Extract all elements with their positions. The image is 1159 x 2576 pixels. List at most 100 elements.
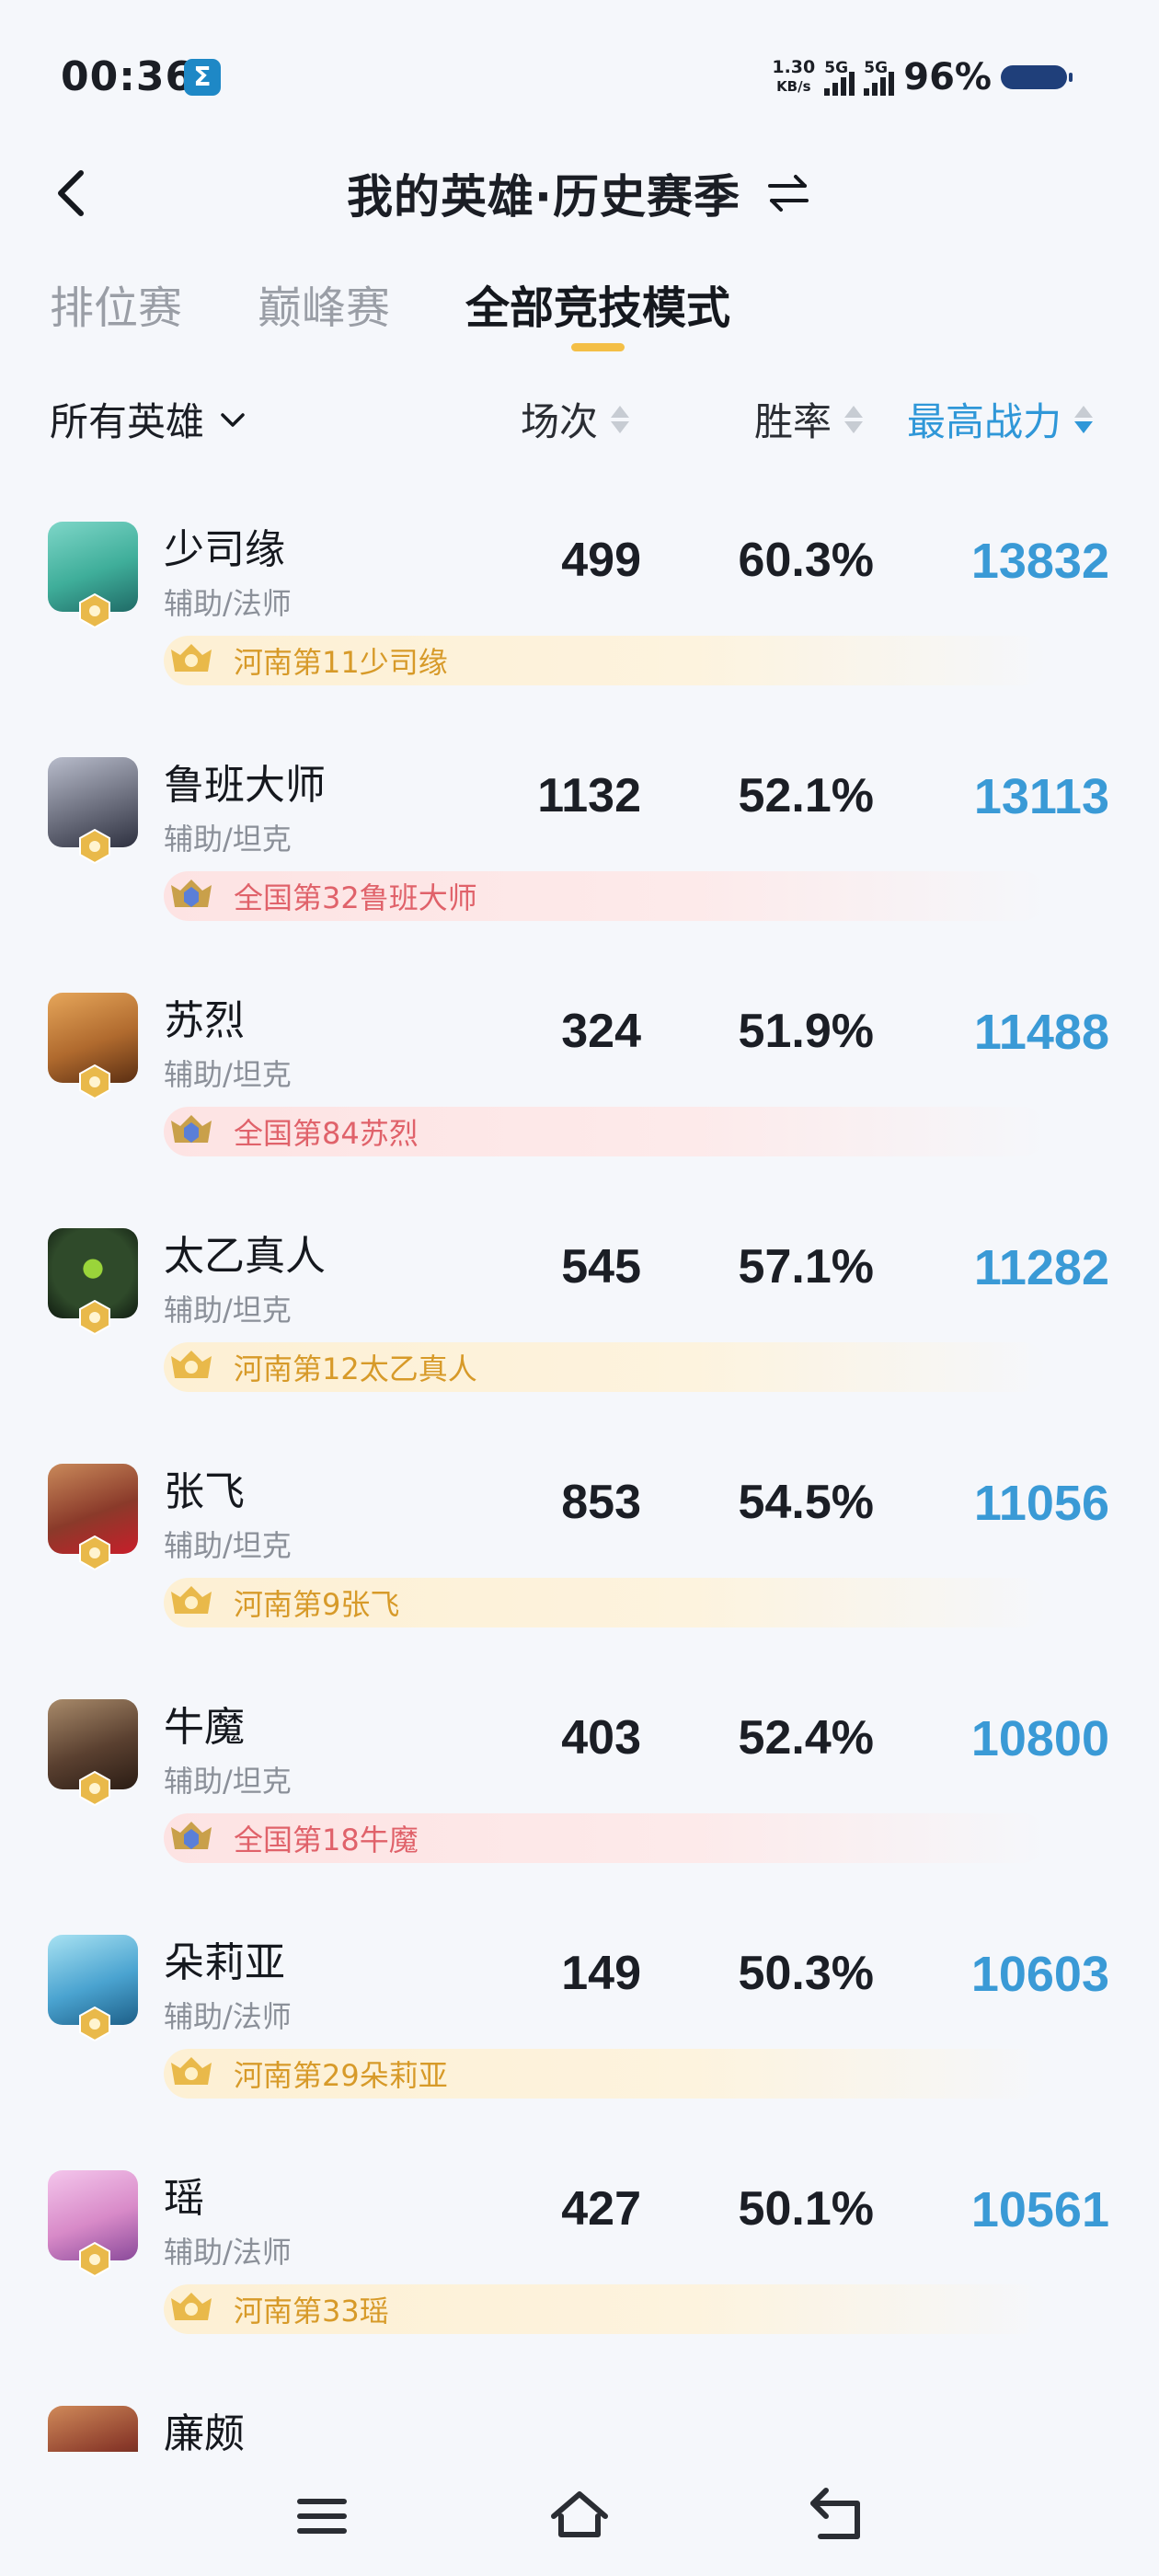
hero-row[interactable]: 朵莉亚 辅助/法师 149 50.3% 10603 河南第29朵莉亚 bbox=[0, 1924, 1159, 2159]
hero-power: 10800 bbox=[970, 1711, 1109, 1766]
hero-power: 13832 bbox=[970, 534, 1109, 589]
hero-row[interactable]: 太乙真人 辅助/坦克 545 57.1% 11282 河南第12太乙真人 bbox=[0, 1217, 1159, 1453]
rank-badge-icon bbox=[79, 2242, 110, 2277]
hero-row[interactable]: 少司缘 辅助/法师 499 60.3% 13832 河南第11少司缘 bbox=[0, 511, 1159, 746]
sort-power[interactable]: 最高战力 bbox=[907, 391, 1094, 447]
mode-tabs: 排位赛 巅峰赛 全部竞技模式 bbox=[50, 271, 730, 363]
rank-text: 河南第11少司缘 bbox=[234, 645, 448, 680]
rank-badge-icon bbox=[79, 2007, 110, 2041]
hero-games: 1132 bbox=[537, 769, 641, 822]
rank-text: 河南第29朵莉亚 bbox=[234, 2058, 448, 2093]
hero-avatar bbox=[48, 1228, 138, 1335]
tab-peak[interactable]: 巅峰赛 bbox=[258, 271, 390, 363]
hero-row[interactable]: 牛魔 辅助/坦克 403 52.4% 10800 全国第18牛魔 bbox=[0, 1688, 1159, 1924]
rank-pill: 全国第18牛魔 bbox=[164, 1813, 1047, 1863]
rank-pill: 河南第9张飞 bbox=[164, 1578, 1047, 1627]
rank-pill: 河南第33瑶 bbox=[164, 2284, 1047, 2334]
system-nav-bar bbox=[0, 2452, 1159, 2576]
menu-button[interactable] bbox=[285, 2479, 359, 2553]
tab-all-modes[interactable]: 全部竞技模式 bbox=[465, 271, 730, 363]
hero-games: 324 bbox=[561, 1005, 641, 1058]
hero-row[interactable]: 瑶 辅助/法师 427 50.1% 10561 河南第33瑶 bbox=[0, 2159, 1159, 2395]
hero-name: 张飞 bbox=[164, 1468, 245, 1515]
rank-text: 河南第33瑶 bbox=[234, 2294, 389, 2329]
hero-name: 牛魔 bbox=[164, 1704, 245, 1751]
rank-badge-icon bbox=[79, 829, 110, 864]
hero-role: 辅助/法师 bbox=[164, 2235, 292, 2270]
hero-power: 11056 bbox=[973, 1476, 1109, 1531]
hero-filter-label: 所有英雄 bbox=[50, 399, 205, 444]
national-rank-icon bbox=[171, 1115, 212, 1143]
hero-power: 10603 bbox=[970, 1947, 1109, 2002]
rank-text: 河南第12太乙真人 bbox=[234, 1351, 477, 1386]
rank-badge-icon bbox=[79, 1771, 110, 1806]
rank-text: 全国第18牛魔 bbox=[234, 1823, 419, 1857]
national-rank-icon bbox=[171, 1822, 212, 1849]
hero-avatar bbox=[48, 1464, 138, 1570]
hero-games: 427 bbox=[561, 2182, 641, 2236]
rank-text: 全国第32鲁班大师 bbox=[234, 880, 477, 915]
sort-arrows-icon bbox=[1074, 405, 1094, 433]
hero-winrate: 50.3% bbox=[738, 1947, 874, 2000]
battery-percent: 96% bbox=[903, 56, 992, 98]
hero-power: 11488 bbox=[973, 1005, 1109, 1060]
chevron-down-icon bbox=[221, 412, 245, 427]
hero-name: 瑶 bbox=[164, 2175, 204, 2222]
hero-row[interactable]: 张飞 辅助/坦克 853 54.5% 11056 河南第9张飞 bbox=[0, 1453, 1159, 1688]
hero-role: 辅助/坦克 bbox=[164, 822, 292, 857]
hero-row[interactable]: 鲁班大师 辅助/坦克 1132 52.1% 13113 全国第32鲁班大师 bbox=[0, 746, 1159, 982]
rank-pill: 河南第11少司缘 bbox=[164, 636, 1047, 685]
home-button[interactable] bbox=[543, 2479, 616, 2553]
hero-row[interactable]: 苏烈 辅助/坦克 324 51.9% 11488 全国第84苏烈 bbox=[0, 982, 1159, 1217]
hero-games: 403 bbox=[561, 1711, 641, 1765]
hero-name: 廉颇 bbox=[164, 2410, 245, 2452]
hero-avatar bbox=[48, 757, 138, 864]
hero-name: 苏烈 bbox=[164, 997, 245, 1044]
hero-winrate: 50.1% bbox=[738, 2182, 874, 2236]
rank-badge-icon bbox=[79, 1535, 110, 1570]
hero-name: 太乙真人 bbox=[164, 1233, 326, 1280]
tab-ranked[interactable]: 排位赛 bbox=[50, 271, 182, 363]
sort-games[interactable]: 场次 bbox=[521, 391, 630, 447]
hero-role: 辅助/坦克 bbox=[164, 1528, 292, 1563]
hero-avatar bbox=[48, 2170, 138, 2277]
rank-pill: 河南第12太乙真人 bbox=[164, 1342, 1047, 1392]
status-indicators: 1.30 KB/s 5G 5G 96% bbox=[772, 52, 1073, 103]
hero-row[interactable]: 廉颇 bbox=[0, 2395, 1159, 2452]
rank-badge-icon bbox=[79, 1300, 110, 1335]
hero-winrate: 52.4% bbox=[738, 1711, 874, 1765]
signal-icon-1: 5G bbox=[824, 59, 855, 96]
battery-icon bbox=[1001, 65, 1073, 89]
hero-role: 辅助/坦克 bbox=[164, 1057, 292, 1092]
national-rank-icon bbox=[171, 880, 212, 907]
gold-rank-icon bbox=[171, 2293, 212, 2320]
gold-rank-icon bbox=[171, 1586, 212, 1614]
rank-badge-icon bbox=[79, 1064, 110, 1099]
notification-app-icon: Σ bbox=[184, 59, 221, 96]
hero-power: 10561 bbox=[970, 2182, 1109, 2237]
hero-role: 辅助/法师 bbox=[164, 1999, 292, 2034]
status-bar: 00:36 Σ 1.30 KB/s 5G 5G 96% bbox=[0, 0, 1159, 156]
home-icon bbox=[551, 2491, 608, 2537]
hero-winrate: 52.1% bbox=[738, 769, 874, 822]
system-back-button[interactable] bbox=[800, 2479, 874, 2553]
filter-row: 所有英雄 场次 胜率 最高战力 bbox=[0, 382, 1159, 455]
hero-role: 辅助/法师 bbox=[164, 586, 292, 621]
header: 我的英雄·历史赛季 bbox=[0, 138, 1159, 248]
sort-winrate[interactable]: 胜率 bbox=[754, 391, 864, 447]
hero-name: 朵莉亚 bbox=[164, 1939, 285, 1986]
hero-winrate: 51.9% bbox=[738, 1005, 874, 1058]
rank-pill: 全国第32鲁班大师 bbox=[164, 871, 1047, 921]
rank-badge-icon bbox=[79, 593, 110, 628]
hero-winrate: 60.3% bbox=[738, 534, 874, 587]
hero-avatar bbox=[48, 522, 138, 628]
hero-avatar bbox=[48, 1935, 138, 2041]
hero-winrate: 57.1% bbox=[738, 1240, 874, 1294]
gold-rank-icon bbox=[171, 1351, 212, 1378]
rank-pill: 全国第84苏烈 bbox=[164, 1107, 1047, 1156]
hero-power: 11282 bbox=[973, 1240, 1109, 1295]
hero-filter-dropdown[interactable]: 所有英雄 bbox=[50, 391, 248, 447]
season-switch-button[interactable] bbox=[764, 169, 812, 217]
hero-games: 853 bbox=[561, 1476, 641, 1529]
avatar-image bbox=[48, 2406, 138, 2452]
